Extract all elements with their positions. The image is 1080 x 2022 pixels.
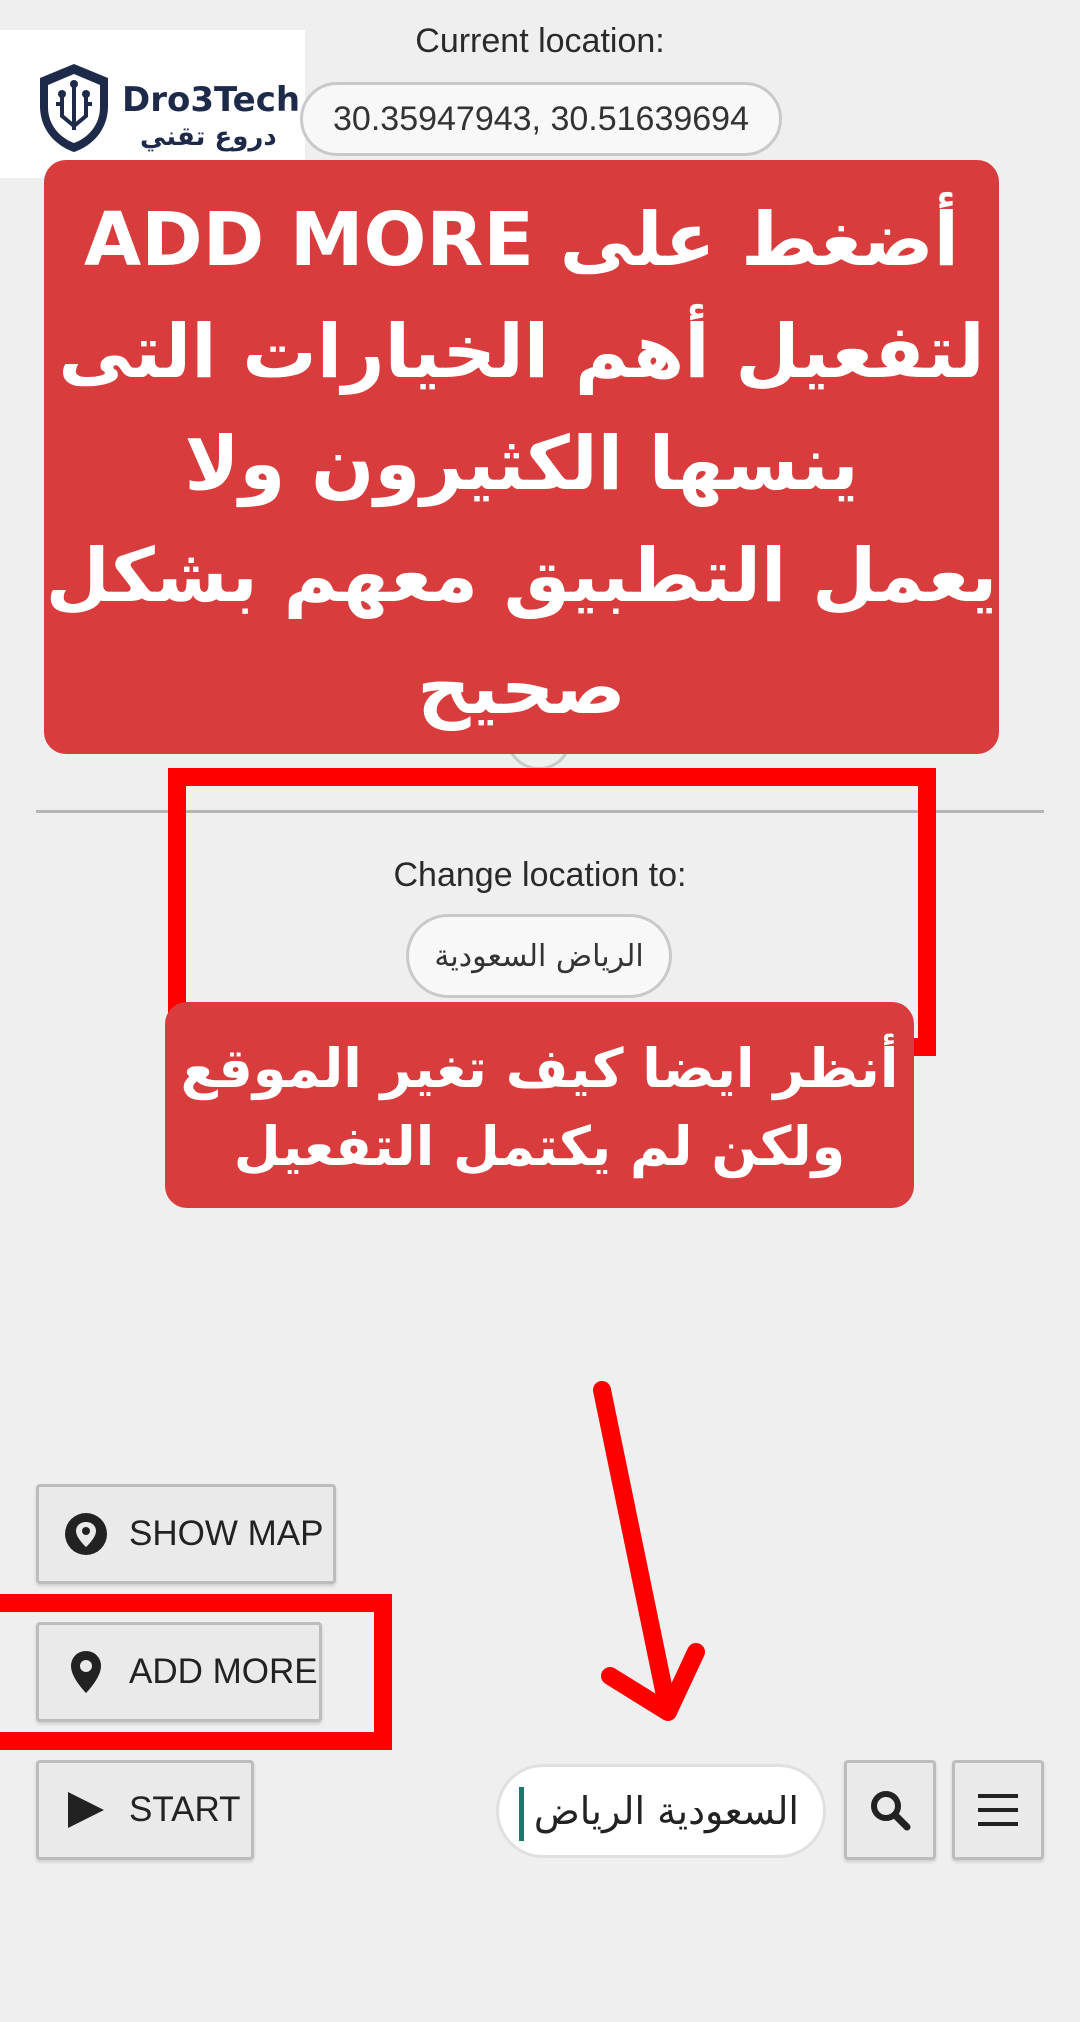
- callout-line: لتفعيل أهم الخيارات التى: [58, 309, 985, 395]
- callout-line: أنظر ايضا كيف تغير الموقع: [180, 1037, 899, 1100]
- search-button[interactable]: [844, 1760, 936, 1860]
- search-icon: [871, 1791, 911, 1831]
- current-location-label: Current location:: [415, 22, 665, 60]
- menu-button[interactable]: [952, 1760, 1044, 1860]
- add-more-highlight: [0, 1594, 392, 1750]
- search-input-value: السعودية الرياض: [533, 1789, 799, 1833]
- play-icon: [61, 1785, 111, 1835]
- search-input[interactable]: السعودية الرياض: [496, 1764, 826, 1858]
- show-map-button[interactable]: SHOW MAP: [36, 1484, 336, 1584]
- start-button[interactable]: START: [36, 1760, 254, 1860]
- instruction-callout-mid: أنظر ايضا كيف تغير الموقع ولكن لم يكتمل …: [165, 1002, 914, 1208]
- text-caret: [519, 1787, 524, 1841]
- callout-line: أضغط على ADD MORE: [84, 197, 959, 283]
- instruction-callout-top: أضغط على ADD MORE لتفعيل أهم الخيارات ال…: [44, 160, 999, 754]
- start-label: START: [129, 1790, 241, 1829]
- callout-line: ينسها الكثيرون ولا: [184, 421, 859, 507]
- show-map-label: SHOW MAP: [129, 1514, 324, 1553]
- map-pin-filled-icon: [61, 1509, 111, 1559]
- logo-text-ar: دروع تقني: [140, 122, 277, 152]
- current-location-value: 30.35947943, 30.51639694: [300, 82, 782, 156]
- callout-line: صحيح: [417, 645, 626, 731]
- callout-line: يعمل التطبيق معهم بشكل: [45, 533, 998, 619]
- callout-line: ولكن لم يكتمل التفعيل: [233, 1115, 846, 1178]
- red-arrow-icon: [593, 1381, 705, 1721]
- logo-text-en: Dro3Tech: [122, 80, 301, 120]
- shield-circuit-icon: [40, 64, 108, 152]
- hamburger-menu-icon: [978, 1794, 1018, 1826]
